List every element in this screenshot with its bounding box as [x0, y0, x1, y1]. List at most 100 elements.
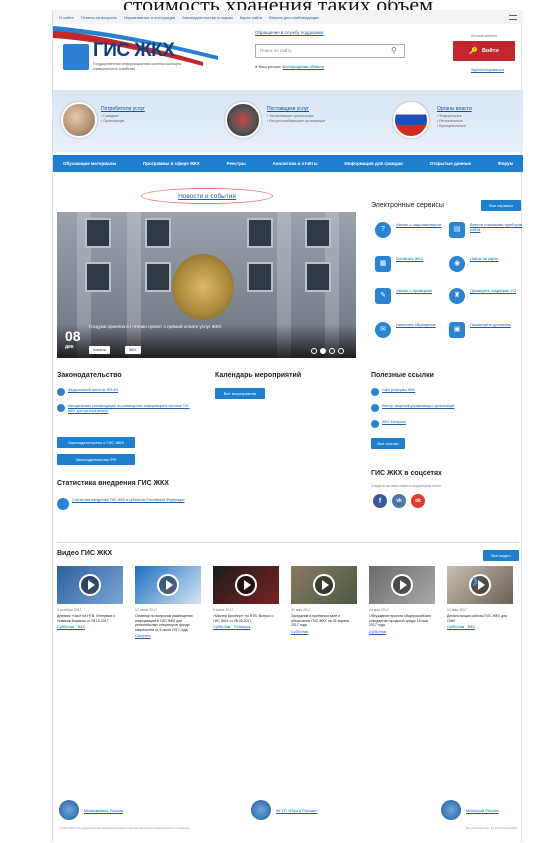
video-tag[interactable]: ТВ-выпуск [233, 625, 250, 629]
video-tag[interactable]: Субботник [447, 625, 464, 629]
news-section-title[interactable]: Новости и события [141, 188, 273, 204]
all-videos-button[interactable]: Все видео [483, 550, 519, 561]
law-rf-button[interactable]: Законодательство РФ [57, 454, 135, 465]
nav-item-analytics[interactable]: Аналитика и отчёты [273, 161, 318, 166]
useful-link-label[interactable]: Сайт реформы ЖКХ [382, 388, 415, 393]
vk-icon[interactable]: vk [392, 494, 406, 508]
consumers-photo[interactable] [61, 102, 97, 138]
slide-caption-text[interactable]: Госдума приняла в I чтении проект о прям… [89, 324, 249, 330]
useful-link-label[interactable]: ЖКХ Контроль [382, 420, 406, 425]
group-authorities-item[interactable]: • Муниципальные [437, 124, 466, 129]
play-icon[interactable] [391, 574, 413, 596]
nav-item-forum[interactable]: Форум [498, 161, 513, 166]
video-card[interactable]: 31 мая 2017 Заседание в приёмном зале и … [291, 566, 357, 634]
legislation-doc[interactable]: Федеральный закон № 209-ФЗ [57, 388, 192, 396]
video-card[interactable]: 12 июля 2017 Семинар по вопросам размеще… [135, 566, 201, 638]
video-title[interactable]: Обсуждение проекта общероссийских станда… [369, 614, 435, 628]
footer-org[interactable]: Минкомсвязь России [59, 800, 123, 820]
play-icon[interactable] [157, 574, 179, 596]
slider-dot[interactable] [338, 348, 344, 354]
group-consumers-title[interactable]: Потребители услуг [101, 106, 145, 112]
law-gis-button[interactable]: Законодательство о ГИС ЖКХ [57, 437, 135, 448]
video-title[interactable]: Заседание в приёмном зале и объяснение Г… [291, 614, 357, 628]
nav-item-citizens[interactable]: Информация для граждан [344, 161, 402, 166]
all-services-button[interactable]: Все сервисы [481, 200, 521, 211]
video-tag[interactable]: Субботник [57, 625, 74, 629]
login-button[interactable]: 🔑 Войти [453, 41, 515, 61]
legislation-doc[interactable]: Методические рекомендации по размещению … [57, 404, 192, 413]
topbar-link-faq[interactable]: Ответы на вопросы [81, 15, 117, 20]
video-tag[interactable]: Субботник [291, 630, 308, 634]
facebook-icon[interactable]: f [373, 494, 387, 508]
topbar-link-guides[interactable]: Нормативные и инструкции [124, 15, 175, 20]
logo-building-icon[interactable] [63, 44, 89, 70]
authorities-flag-photo[interactable] [393, 102, 429, 138]
stats-link-row[interactable]: Статистика внедрения ГИС ЖКХ в субъектах… [57, 498, 207, 510]
video-thumbnail[interactable] [447, 566, 513, 604]
topbar-link-accessibility[interactable]: Версия для слабовидящих [269, 15, 319, 20]
news-slider[interactable]: 08 дек Госдума приняла в I чтении проект… [57, 212, 356, 358]
service-pay[interactable]: ▦ Оплатить ЖКУ [375, 256, 455, 272]
play-icon[interactable] [313, 574, 335, 596]
footer-org-link[interactable]: ФГУП «Почта России» [276, 808, 318, 813]
video-title[interactable]: Семинар по вопросам размещения информаци… [135, 614, 201, 632]
nav-item-open-data[interactable]: Открытые данные [430, 161, 472, 166]
group-consumers-item[interactable]: • Организации [101, 119, 124, 124]
helpdesk-link[interactable]: Обращение в службу поддержки [255, 30, 323, 35]
all-links-button[interactable]: Все ссылки [371, 438, 405, 449]
video-thumbnail[interactable] [57, 566, 123, 604]
slider-dot[interactable] [311, 348, 317, 354]
odnoklassniki-icon[interactable]: ok [411, 494, 425, 508]
group-providers-item[interactable]: • Ресурсоснабжающие организации [267, 119, 325, 124]
video-card[interactable]: 5 июня 2017 «Мистер Брюберг» на НТВ: Воп… [213, 566, 279, 629]
topbar-link-sitemap[interactable]: Карта сайта [240, 15, 262, 20]
service-map[interactable]: ◉ Найти на карте [449, 256, 529, 272]
search-input[interactable]: Поиск по сайту [255, 44, 405, 58]
video-title[interactable]: Демонстрация работы ГИС ЖКХ для СМИ [447, 614, 513, 623]
service-contracts[interactable]: ▣ Посмотреть договоры [449, 322, 529, 338]
footer-org[interactable]: Минстрой России [441, 800, 499, 820]
useful-link[interactable]: ЖКХ Контроль [371, 420, 506, 428]
providers-photo[interactable] [225, 102, 261, 138]
topbar-link-law[interactable]: Законодательство и нормы [182, 15, 233, 20]
useful-link[interactable]: Сайт реформы ЖКХ [371, 388, 506, 396]
nav-item-training[interactable]: Обучающие материалы [63, 161, 116, 166]
video-tag[interactable]: Субботник [213, 625, 230, 629]
video-tag[interactable]: ЖКХ [77, 625, 85, 629]
group-authorities-title[interactable]: Органы власти [437, 106, 472, 112]
site-logo[interactable]: ГИС ЖКХ [93, 40, 175, 62]
service-appeal[interactable]: ✉ Написать обращение [375, 322, 455, 338]
video-tag[interactable]: Субботник [369, 630, 386, 634]
footer-org-link[interactable]: Минстрой России [466, 808, 499, 813]
video-card[interactable]: 5 октября 2017 Дневник «Час» на НТВ: Инт… [57, 566, 123, 629]
video-next-arrow-icon[interactable]: › [472, 570, 479, 593]
stats-link[interactable]: Статистика внедрения ГИС ЖКХ в субъектах… [72, 498, 184, 503]
footer-org-link[interactable]: Минкомсвязь России [84, 808, 123, 813]
slide-tag[interactable]: ЖКХ [125, 346, 141, 354]
video-thumbnail[interactable] [369, 566, 435, 604]
video-card[interactable]: 24 мая 2017 Обсуждение проекта общеросси… [369, 566, 435, 634]
slider-dot[interactable] [329, 348, 335, 354]
topbar-link-about[interactable]: О сайте [59, 15, 74, 20]
hamburger-menu-icon[interactable] [509, 14, 517, 20]
region-link[interactable]: Белгородская область [283, 64, 325, 69]
video-tag[interactable]: Смотреть [135, 634, 151, 638]
slider-dot-active[interactable] [320, 348, 326, 354]
nav-item-programs[interactable]: Программы в сфере ЖКХ [143, 161, 200, 166]
video-tag[interactable]: ЖКХ [467, 625, 475, 629]
video-title[interactable]: «Мистер Брюберг» на НТВ: Вопрос о ГИС ЖК… [213, 614, 279, 623]
service-inspections[interactable]: ✎ Узнать о проверках [375, 288, 455, 304]
play-icon[interactable] [235, 574, 257, 596]
slide-tag[interactable]: новости [89, 346, 110, 354]
search-icon[interactable]: ⚲ [391, 46, 400, 55]
video-title[interactable]: Дневник «Час» на НТВ: Интервью с Новиков… [57, 614, 123, 623]
play-icon[interactable] [79, 574, 101, 596]
nav-item-registries[interactable]: Реестры [227, 161, 246, 166]
useful-link-label[interactable]: Реестр лицензий управляющих организаций [382, 404, 455, 409]
video-card[interactable]: 19 мая 2017 Демонстрация работы ГИС ЖКХ … [447, 566, 513, 629]
service-meters[interactable]: ▤ Внести показания приборов учёта [449, 222, 529, 238]
group-providers-title[interactable]: Поставщики услуг [267, 106, 309, 112]
all-events-button[interactable]: Все мероприятия [215, 388, 265, 399]
video-thumbnail[interactable] [135, 566, 201, 604]
legislation-doc-link[interactable]: Федеральный закон № 209-ФЗ [68, 388, 118, 393]
